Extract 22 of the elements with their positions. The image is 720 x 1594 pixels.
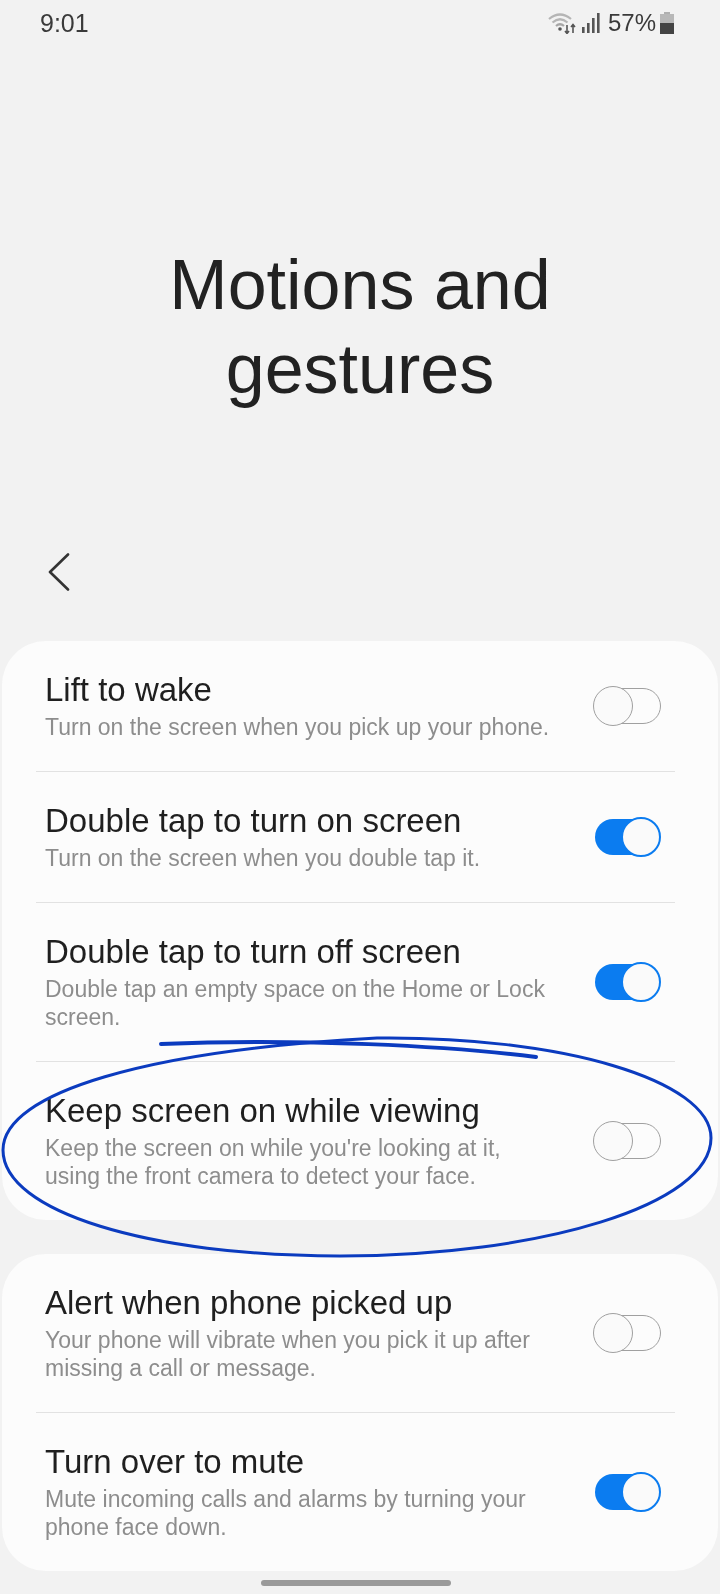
setting-description: Your phone will vibrate when you pick it up after missing a call or message. — [45, 1326, 531, 1382]
toggle-switch[interactable] — [593, 1472, 661, 1512]
battery-icon — [660, 11, 674, 34]
setting-title: Alert when phone picked up — [45, 1284, 454, 1322]
setting-title: Keep screen on while viewing — [45, 1092, 481, 1130]
page-title: Motions and gestures — [168, 245, 552, 410]
setting-description: Double tap an empty space on the Home or Lock screen. — [45, 975, 546, 1031]
setting-title: Lift to wake — [45, 671, 213, 709]
setting-title: Double tap to turn off screen — [45, 933, 462, 971]
chevron-left-icon — [48, 553, 70, 591]
status-time: 9:01 — [40, 7, 89, 38]
setting-description: Keep the screen on while you're looking at it, using the front camera to detect your face. — [45, 1134, 502, 1190]
toggle-switch[interactable] — [593, 817, 661, 857]
setting-description: Turn on the screen when you pick up your phone. — [45, 713, 551, 741]
signal-icon — [581, 12, 600, 33]
setting-title: Double tap to turn on screen — [45, 802, 463, 840]
setting-title: Turn over to mute — [45, 1443, 306, 1481]
toggle-switch[interactable] — [593, 962, 661, 1002]
setting-description: Mute incoming calls and alarms by turning your phone face down. — [45, 1485, 527, 1541]
setting-description: Turn on the screen when you double tap it. — [45, 844, 482, 872]
battery-percentage: 57% — [607, 7, 656, 38]
wifi-icon — [547, 11, 576, 34]
